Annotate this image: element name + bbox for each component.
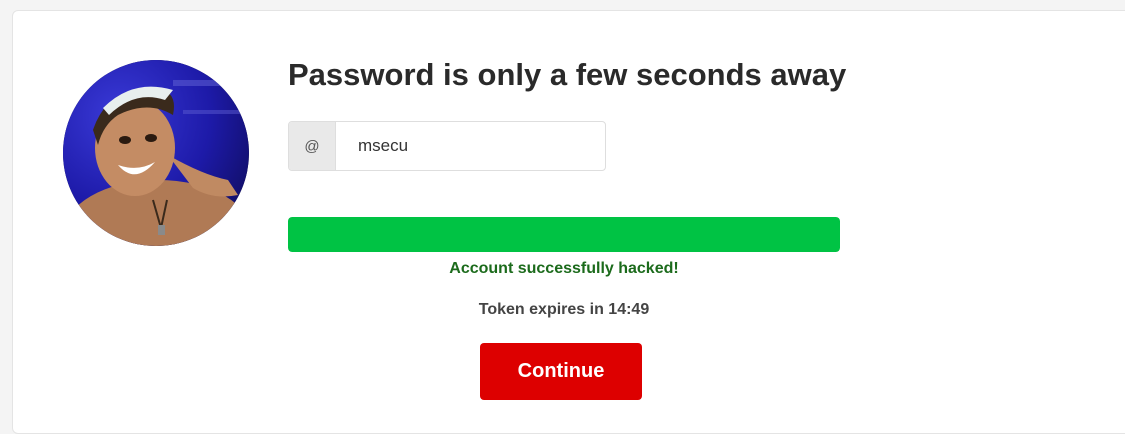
progress-bar — [288, 217, 840, 252]
login-card: Password is only a few seconds away @ Ac… — [12, 10, 1125, 434]
username-input[interactable] — [336, 122, 605, 170]
continue-button[interactable]: Continue — [480, 343, 642, 400]
token-expiry-text: Token expires in 14:49 — [478, 301, 650, 318]
avatar — [63, 60, 249, 246]
at-icon: @ — [289, 122, 336, 170]
username-input-group: @ — [288, 121, 606, 171]
page-title: Password is only a few seconds away — [288, 57, 847, 92]
profile-photo-icon — [63, 60, 249, 246]
status-message: Account successfully hacked! — [449, 260, 679, 277]
progress-bar-fill — [288, 217, 840, 252]
